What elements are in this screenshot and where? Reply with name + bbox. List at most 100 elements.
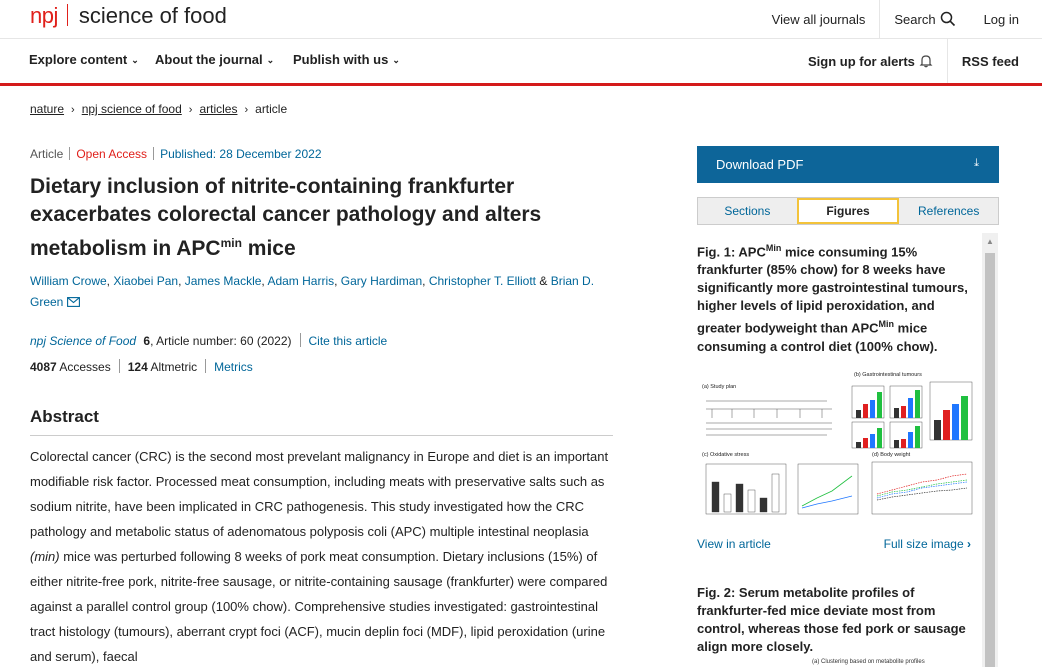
fig1-panel-c-label: (c) Oxidative stress	[702, 452, 749, 458]
article-number: , Article number: 60 (2022)	[150, 334, 292, 348]
tab-references[interactable]: References	[899, 198, 998, 224]
chevron-right-icon: ›	[188, 104, 193, 116]
journal-logo[interactable]: npj science of food	[30, 3, 227, 29]
nav-right: Sign up for alerts RSS feed	[794, 39, 1042, 83]
search-icon	[940, 11, 955, 27]
view-in-article-link[interactable]: View in article	[697, 537, 771, 551]
figures-panel: Fig. 1: APCMin mice consuming 15% frankf…	[697, 231, 999, 667]
thumbnail-bar	[711, 481, 720, 513]
author-link[interactable]: Xiaobei Pan	[113, 274, 178, 288]
thumbnail-bar	[908, 398, 913, 418]
alerts-signup-button[interactable]: Sign up for alerts	[794, 39, 947, 83]
thumbnail-bar	[747, 489, 756, 513]
thumbnail-bar	[856, 442, 861, 448]
login-label: Log in	[983, 11, 1019, 27]
thumbnail-bar	[856, 410, 861, 418]
author-link[interactable]: James Mackle	[185, 274, 262, 288]
logo-npj: npj	[30, 3, 58, 28]
breadcrumb-journal[interactable]: npj science of food	[82, 102, 182, 116]
figures-scrollbar[interactable]: ▲	[982, 233, 998, 667]
nav-about-label: About the journal	[155, 52, 263, 67]
breadcrumb-nature[interactable]: nature	[30, 102, 64, 116]
figure-1-thumbnail[interactable]: (a) Study plan (b) Gastrointestinal tumo…	[702, 366, 974, 526]
open-access-label: Open Access	[76, 147, 148, 161]
tab-sections[interactable]: Sections	[698, 198, 797, 224]
thumbnail-bar	[901, 406, 906, 418]
thumbnail-bar	[877, 428, 882, 448]
thumbnail-bar	[723, 493, 732, 513]
thumbnail-bar	[934, 420, 941, 440]
divider	[69, 147, 71, 160]
serum-line	[801, 475, 853, 507]
fig1-label: Fig. 1:	[697, 244, 736, 260]
logo-divider	[66, 4, 68, 26]
author-joiner: &	[539, 274, 548, 288]
download-icon: ⤓	[974, 157, 979, 169]
thumbnail-bar	[863, 404, 868, 418]
figure-2-caption: Fig. 2: Serum metabolite profiles of fra…	[697, 584, 969, 656]
chevron-right-icon: ›	[244, 104, 249, 116]
author-link[interactable]: Gary Hardiman	[341, 274, 422, 288]
cite-article-link[interactable]: Cite this article	[309, 334, 388, 348]
accesses-label: Accesses	[59, 360, 111, 374]
nav-explore-label: Explore content	[29, 52, 128, 67]
nav-publish[interactable]: Publish with us ⌄	[293, 52, 400, 67]
thumbnail-bar	[961, 396, 968, 440]
thumbnail-bar	[894, 408, 899, 418]
fig1-text: APC	[738, 244, 766, 260]
fig2-label: Fig. 2:	[697, 585, 736, 600]
logo-journal-name: science of food	[78, 3, 227, 28]
article-meta: Article Open Access Published: 28 December…	[30, 147, 322, 161]
divider	[153, 147, 155, 160]
email-icon[interactable]	[66, 297, 80, 307]
chevron-down-icon: ⌄	[266, 55, 275, 65]
title-superscript: min	[220, 236, 242, 250]
thumbnail-bar	[894, 440, 899, 448]
top-links: View all journals Search Log in	[758, 0, 1042, 38]
fig1-panel-a-label: (a) Study plan	[702, 384, 736, 390]
view-all-journals-link[interactable]: View all journals	[758, 0, 880, 38]
author-link[interactable]: Christopher T. Elliott	[429, 274, 536, 288]
author-link[interactable]: William Crowe	[30, 274, 107, 288]
bell-icon	[919, 55, 933, 68]
tab-figures[interactable]: Figures	[796, 198, 900, 224]
abstract-italic: (min)	[30, 549, 60, 564]
chevron-down-icon: ⌄	[392, 55, 400, 65]
nav-about-journal[interactable]: About the journal ⌄	[155, 52, 274, 67]
divider	[118, 359, 120, 373]
scrollbar-thumb[interactable]	[985, 253, 995, 667]
article-title: Dietary inclusion of nitrite-containing …	[30, 173, 600, 263]
thumbnail-bar	[870, 400, 875, 418]
chevron-right-icon: ›	[71, 104, 75, 116]
download-pdf-button[interactable]: Download PDF ⤓	[697, 146, 999, 183]
thumbnail-bar	[943, 410, 950, 440]
metrics-link[interactable]: Metrics	[214, 360, 253, 374]
divider	[299, 333, 301, 347]
login-link[interactable]: Log in	[970, 0, 1042, 38]
altmetric-count: 124	[127, 360, 148, 374]
published-date-link[interactable]: Published: 28 December 2022	[160, 147, 321, 161]
fig2-text: Serum metabolite profiles of frankfurter…	[697, 585, 966, 654]
thumbnail-bar	[877, 392, 882, 418]
thumbnail-bar	[863, 438, 868, 448]
full-size-image-link[interactable]: Full size image ›	[884, 537, 971, 551]
nav-explore-content[interactable]: Explore content ⌄	[29, 52, 139, 67]
download-pdf-label: Download PDF	[716, 157, 804, 172]
fig1-sup: Min	[878, 319, 895, 330]
citation-line: npj Science of Food 6, Article number: 6…	[30, 333, 387, 348]
nav-publish-label: Publish with us	[293, 52, 389, 67]
journal-link[interactable]: npj Science of Food	[30, 334, 136, 348]
breadcrumb-articles[interactable]: articles	[199, 102, 237, 116]
abstract-heading: Abstract	[30, 407, 613, 436]
fig1-panel-d-label: (d) Body weight	[872, 452, 911, 458]
thumbnail-bar	[771, 473, 780, 513]
author-link[interactable]: Adam Harris	[267, 274, 334, 288]
scroll-up-icon[interactable]: ▲	[986, 237, 994, 246]
thumbnail-bar	[759, 497, 768, 513]
divider	[205, 359, 207, 373]
rss-feed-link[interactable]: RSS feed	[946, 39, 1042, 83]
chevron-right-icon: ›	[967, 537, 971, 551]
thumbnail-bar	[952, 404, 959, 440]
search-button[interactable]: Search	[879, 0, 969, 38]
thumbnail-bar	[915, 426, 920, 448]
